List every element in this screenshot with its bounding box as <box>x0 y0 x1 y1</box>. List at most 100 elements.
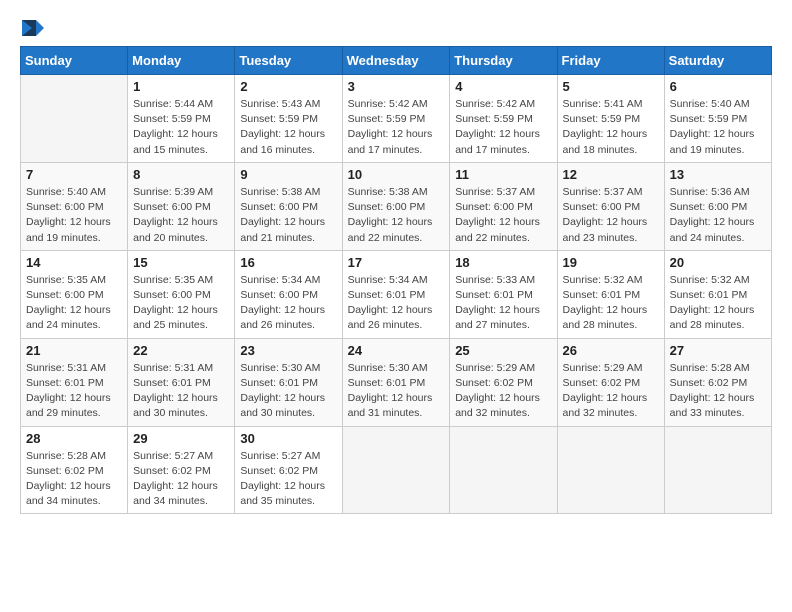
day-info: Sunrise: 5:32 AM Sunset: 6:01 PM Dayligh… <box>563 273 659 334</box>
calendar-cell <box>342 426 450 514</box>
calendar-cell: 18 Sunrise: 5:33 AM Sunset: 6:01 PM Dayli… <box>450 250 557 338</box>
calendar-cell: 21 Sunrise: 5:31 AM Sunset: 6:01 PM Dayli… <box>21 338 128 426</box>
day-number: 19 <box>563 255 659 270</box>
calendar-cell: 1 Sunrise: 5:44 AM Sunset: 5:59 PM Daylig… <box>128 75 235 163</box>
calendar-cell: 10Sunrise: 5:38 AM Sunset: 6:00 PM Dayli… <box>342 162 450 250</box>
day-number: 13 <box>670 167 766 182</box>
calendar-day-header: Wednesday <box>342 47 450 75</box>
day-info: Sunrise: 5:29 AM Sunset: 6:02 PM Dayligh… <box>455 361 551 422</box>
day-info: Sunrise: 5:39 AM Sunset: 6:00 PM Dayligh… <box>133 185 229 246</box>
calendar-week-row: 14 Sunrise: 5:35 AM Sunset: 6:00 PM Dayli… <box>21 250 772 338</box>
logo-flag-icon <box>22 20 44 36</box>
day-info: Sunrise: 5:40 AM Sunset: 6:00 PM Dayligh… <box>26 185 122 246</box>
day-number: 28 <box>26 431 122 446</box>
day-info: Sunrise: 5:43 AM Sunset: 5:59 PM Dayligh… <box>240 97 336 158</box>
calendar-cell: 28 Sunrise: 5:28 AM Sunset: 6:02 PM Dayli… <box>21 426 128 514</box>
day-number: 4 <box>455 79 551 94</box>
calendar-day-header: Friday <box>557 47 664 75</box>
day-info: Sunrise: 5:31 AM Sunset: 6:01 PM Dayligh… <box>133 361 229 422</box>
day-number: 14 <box>26 255 122 270</box>
day-info: Sunrise: 5:28 AM Sunset: 6:02 PM Dayligh… <box>670 361 766 422</box>
day-number: 21 <box>26 343 122 358</box>
day-number: 23 <box>240 343 336 358</box>
calendar-cell: 22 Sunrise: 5:31 AM Sunset: 6:01 PM Dayli… <box>128 338 235 426</box>
day-info: Sunrise: 5:42 AM Sunset: 5:59 PM Dayligh… <box>455 97 551 158</box>
calendar-header-row: SundayMondayTuesdayWednesdayThursdayFrid… <box>21 47 772 75</box>
day-number: 18 <box>455 255 551 270</box>
day-info: Sunrise: 5:38 AM Sunset: 6:00 PM Dayligh… <box>240 185 336 246</box>
calendar-week-row: 28 Sunrise: 5:28 AM Sunset: 6:02 PM Dayli… <box>21 426 772 514</box>
day-number: 6 <box>670 79 766 94</box>
calendar-cell: 14 Sunrise: 5:35 AM Sunset: 6:00 PM Dayli… <box>21 250 128 338</box>
day-info: Sunrise: 5:37 AM Sunset: 6:00 PM Dayligh… <box>563 185 659 246</box>
calendar-cell: 30 Sunrise: 5:27 AM Sunset: 6:02 PM Dayli… <box>235 426 342 514</box>
calendar-day-header: Sunday <box>21 47 128 75</box>
calendar-day-header: Saturday <box>664 47 771 75</box>
calendar-week-row: 1 Sunrise: 5:44 AM Sunset: 5:59 PM Daylig… <box>21 75 772 163</box>
day-number: 3 <box>348 79 445 94</box>
day-number: 22 <box>133 343 229 358</box>
day-number: 17 <box>348 255 445 270</box>
calendar-cell: 4 Sunrise: 5:42 AM Sunset: 5:59 PM Daylig… <box>450 75 557 163</box>
calendar-cell <box>557 426 664 514</box>
day-info: Sunrise: 5:35 AM Sunset: 6:00 PM Dayligh… <box>26 273 122 334</box>
calendar-cell: 20 Sunrise: 5:32 AM Sunset: 6:01 PM Dayli… <box>664 250 771 338</box>
calendar-cell: 25Sunrise: 5:29 AM Sunset: 6:02 PM Dayli… <box>450 338 557 426</box>
day-number: 29 <box>133 431 229 446</box>
day-number: 2 <box>240 79 336 94</box>
day-info: Sunrise: 5:40 AM Sunset: 5:59 PM Dayligh… <box>670 97 766 158</box>
calendar-cell: 16 Sunrise: 5:34 AM Sunset: 6:00 PM Dayli… <box>235 250 342 338</box>
day-info: Sunrise: 5:32 AM Sunset: 6:01 PM Dayligh… <box>670 273 766 334</box>
calendar-cell: 13Sunrise: 5:36 AM Sunset: 6:00 PM Dayli… <box>664 162 771 250</box>
calendar-cell: 9 Sunrise: 5:38 AM Sunset: 6:00 PM Daylig… <box>235 162 342 250</box>
day-number: 24 <box>348 343 445 358</box>
day-number: 20 <box>670 255 766 270</box>
day-info: Sunrise: 5:44 AM Sunset: 5:59 PM Dayligh… <box>133 97 229 158</box>
day-info: Sunrise: 5:28 AM Sunset: 6:02 PM Dayligh… <box>26 449 122 510</box>
calendar-cell: 26 Sunrise: 5:29 AM Sunset: 6:02 PM Dayli… <box>557 338 664 426</box>
day-number: 30 <box>240 431 336 446</box>
day-number: 9 <box>240 167 336 182</box>
day-info: Sunrise: 5:38 AM Sunset: 6:00 PM Dayligh… <box>348 185 445 246</box>
day-info: Sunrise: 5:34 AM Sunset: 6:01 PM Dayligh… <box>348 273 445 334</box>
calendar-cell <box>664 426 771 514</box>
calendar-cell: 27Sunrise: 5:28 AM Sunset: 6:02 PM Dayli… <box>664 338 771 426</box>
day-info: Sunrise: 5:27 AM Sunset: 6:02 PM Dayligh… <box>240 449 336 510</box>
day-number: 12 <box>563 167 659 182</box>
day-info: Sunrise: 5:37 AM Sunset: 6:00 PM Dayligh… <box>455 185 551 246</box>
calendar-cell: 12 Sunrise: 5:37 AM Sunset: 6:00 PM Dayli… <box>557 162 664 250</box>
calendar-cell: 29 Sunrise: 5:27 AM Sunset: 6:02 PM Dayli… <box>128 426 235 514</box>
calendar-week-row: 21 Sunrise: 5:31 AM Sunset: 6:01 PM Dayli… <box>21 338 772 426</box>
calendar-table: SundayMondayTuesdayWednesdayThursdayFrid… <box>20 46 772 514</box>
calendar-cell: 24 Sunrise: 5:30 AM Sunset: 6:01 PM Dayli… <box>342 338 450 426</box>
day-info: Sunrise: 5:31 AM Sunset: 6:01 PM Dayligh… <box>26 361 122 422</box>
day-number: 15 <box>133 255 229 270</box>
day-number: 5 <box>563 79 659 94</box>
calendar-cell: 8 Sunrise: 5:39 AM Sunset: 6:00 PM Daylig… <box>128 162 235 250</box>
logo <box>20 20 44 36</box>
day-number: 1 <box>133 79 229 94</box>
calendar-cell: 6 Sunrise: 5:40 AM Sunset: 5:59 PM Daylig… <box>664 75 771 163</box>
calendar-cell: 11 Sunrise: 5:37 AM Sunset: 6:00 PM Dayli… <box>450 162 557 250</box>
calendar-week-row: 7Sunrise: 5:40 AM Sunset: 6:00 PM Daylig… <box>21 162 772 250</box>
calendar-day-header: Thursday <box>450 47 557 75</box>
day-info: Sunrise: 5:29 AM Sunset: 6:02 PM Dayligh… <box>563 361 659 422</box>
calendar-cell: 15Sunrise: 5:35 AM Sunset: 6:00 PM Dayli… <box>128 250 235 338</box>
day-number: 8 <box>133 167 229 182</box>
calendar-cell <box>450 426 557 514</box>
calendar-cell: 2 Sunrise: 5:43 AM Sunset: 5:59 PM Daylig… <box>235 75 342 163</box>
calendar-cell: 23Sunrise: 5:30 AM Sunset: 6:01 PM Dayli… <box>235 338 342 426</box>
day-info: Sunrise: 5:27 AM Sunset: 6:02 PM Dayligh… <box>133 449 229 510</box>
day-number: 16 <box>240 255 336 270</box>
day-info: Sunrise: 5:33 AM Sunset: 6:01 PM Dayligh… <box>455 273 551 334</box>
day-number: 26 <box>563 343 659 358</box>
calendar-cell: 5Sunrise: 5:41 AM Sunset: 5:59 PM Daylig… <box>557 75 664 163</box>
calendar-cell <box>21 75 128 163</box>
page-header <box>20 20 772 36</box>
day-info: Sunrise: 5:42 AM Sunset: 5:59 PM Dayligh… <box>348 97 445 158</box>
day-info: Sunrise: 5:34 AM Sunset: 6:00 PM Dayligh… <box>240 273 336 334</box>
calendar-cell: 3 Sunrise: 5:42 AM Sunset: 5:59 PM Daylig… <box>342 75 450 163</box>
day-info: Sunrise: 5:30 AM Sunset: 6:01 PM Dayligh… <box>348 361 445 422</box>
calendar-cell: 7Sunrise: 5:40 AM Sunset: 6:00 PM Daylig… <box>21 162 128 250</box>
day-number: 11 <box>455 167 551 182</box>
